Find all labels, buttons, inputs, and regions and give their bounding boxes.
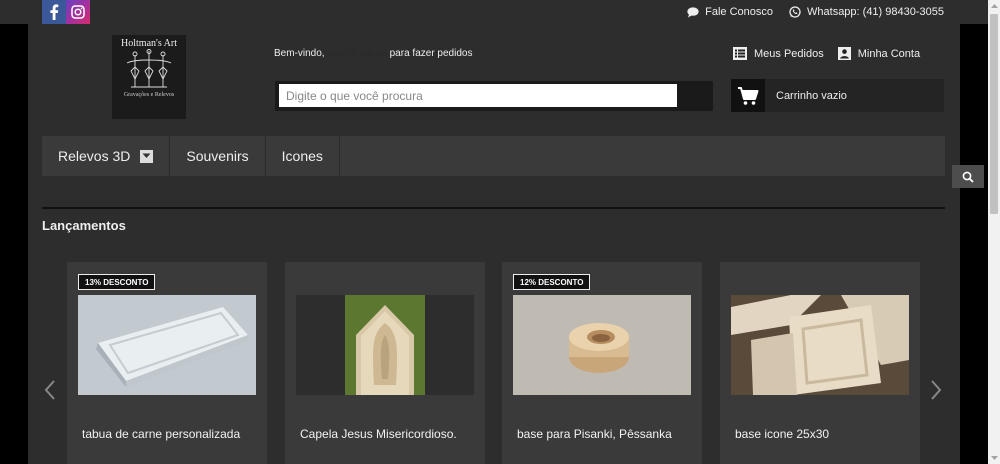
- carousel-next-button[interactable]: [928, 378, 944, 402]
- product-image[interactable]: [78, 295, 256, 395]
- product-card[interactable]: base icone 25x30: [720, 262, 920, 464]
- chevron-right-icon: [931, 380, 942, 400]
- page-scrollbar[interactable]: [988, 0, 1000, 464]
- main-nav: Relevos 3D Souvenirs Icones: [42, 136, 945, 176]
- search-button[interactable]: [952, 165, 984, 188]
- section-divider: [42, 207, 945, 209]
- cart-button[interactable]: Carrinho vazio: [731, 79, 944, 112]
- product-image[interactable]: [731, 295, 909, 395]
- account-links: Meus Pedidos Minha Conta: [733, 47, 934, 60]
- product-name[interactable]: base para Pisanki, Pêssanka: [517, 427, 672, 441]
- scrollbar-thumb[interactable]: [990, 14, 998, 214]
- carousel-prev-button[interactable]: [42, 378, 58, 402]
- whatsapp-link[interactable]: Whatsapp: (41) 98430-3055: [789, 6, 944, 18]
- product-card[interactable]: 12% DESCONTO base para Pisanki, Pêssanka: [502, 262, 702, 464]
- product-card[interactable]: 13% DESCONTO tabua de carne personalizad…: [67, 262, 267, 464]
- welcome-suffix: para fazer pedidos: [389, 48, 473, 59]
- chevron-down-icon[interactable]: [140, 149, 154, 163]
- logo-title: Holtman's Art: [121, 38, 177, 49]
- site-logo[interactable]: Holtman's Art Gravações e Relevos: [112, 35, 186, 119]
- shopping-cart-icon: [738, 86, 759, 105]
- nav-item-relevos-3d[interactable]: Relevos 3D: [42, 136, 171, 176]
- cart-label: Carrinho vazio: [776, 89, 847, 102]
- logo-emblem-icon: [126, 49, 172, 88]
- product-card[interactable]: Capela Jesus Misericordioso.: [285, 262, 485, 464]
- nav-item-label: Icones: [281, 148, 323, 164]
- cart-icon-box: [731, 79, 765, 112]
- my-account-link[interactable]: Minha Conta: [837, 47, 921, 60]
- discount-badge: 13% DESCONTO: [78, 274, 156, 290]
- nav-item-souvenirs[interactable]: Souvenirs: [170, 136, 266, 176]
- whatsapp-label: Whatsapp: (41) 98430-3055: [807, 6, 944, 18]
- welcome-prefix: Bem-vindo,: [274, 48, 325, 59]
- welcome-message: Bem-vindo, identifique-se para fazer ped…: [274, 48, 472, 59]
- nav-item-label: Relevos 3D: [58, 148, 131, 164]
- instagram-icon[interactable]: [66, 0, 90, 24]
- facebook-icon[interactable]: [42, 0, 66, 24]
- product-image[interactable]: [296, 295, 474, 395]
- nav-item-icones[interactable]: Icones: [266, 136, 340, 176]
- nav-item-label: Souvenirs: [186, 148, 249, 164]
- product-image[interactable]: [513, 295, 691, 395]
- product-name[interactable]: Capela Jesus Misericordioso.: [300, 427, 457, 441]
- section-title: Lançamentos: [42, 218, 126, 233]
- search-icon: [962, 171, 974, 183]
- scroll-down-icon[interactable]: [988, 452, 1000, 464]
- user-icon: [837, 47, 851, 60]
- my-orders-label: Meus Pedidos: [754, 47, 824, 60]
- product-name[interactable]: tabua de carne personalizada: [82, 427, 240, 441]
- product-name[interactable]: base icone 25x30: [735, 427, 829, 441]
- list-icon: [733, 47, 747, 60]
- login-link[interactable]: identifique-se: [327, 48, 386, 59]
- logo-subtitle: Gravações e Relevos: [123, 92, 175, 98]
- contact-link[interactable]: Fale Conosco: [687, 6, 773, 18]
- search-bar: [275, 81, 984, 188]
- search-input[interactable]: [279, 84, 677, 107]
- chevron-left-icon: [44, 380, 55, 400]
- discount-badge: 12% DESCONTO: [513, 274, 591, 290]
- whatsapp-icon: [789, 6, 801, 18]
- scroll-up-icon[interactable]: [988, 0, 1000, 12]
- my-account-label: Minha Conta: [857, 47, 921, 60]
- social-links: [42, 0, 90, 24]
- my-orders-link[interactable]: Meus Pedidos: [733, 47, 824, 60]
- top-bar: Fale Conosco Whatsapp: (41) 98430-3055: [0, 0, 988, 24]
- contact-label: Fale Conosco: [705, 6, 774, 18]
- chat-bubble-icon: [687, 6, 699, 17]
